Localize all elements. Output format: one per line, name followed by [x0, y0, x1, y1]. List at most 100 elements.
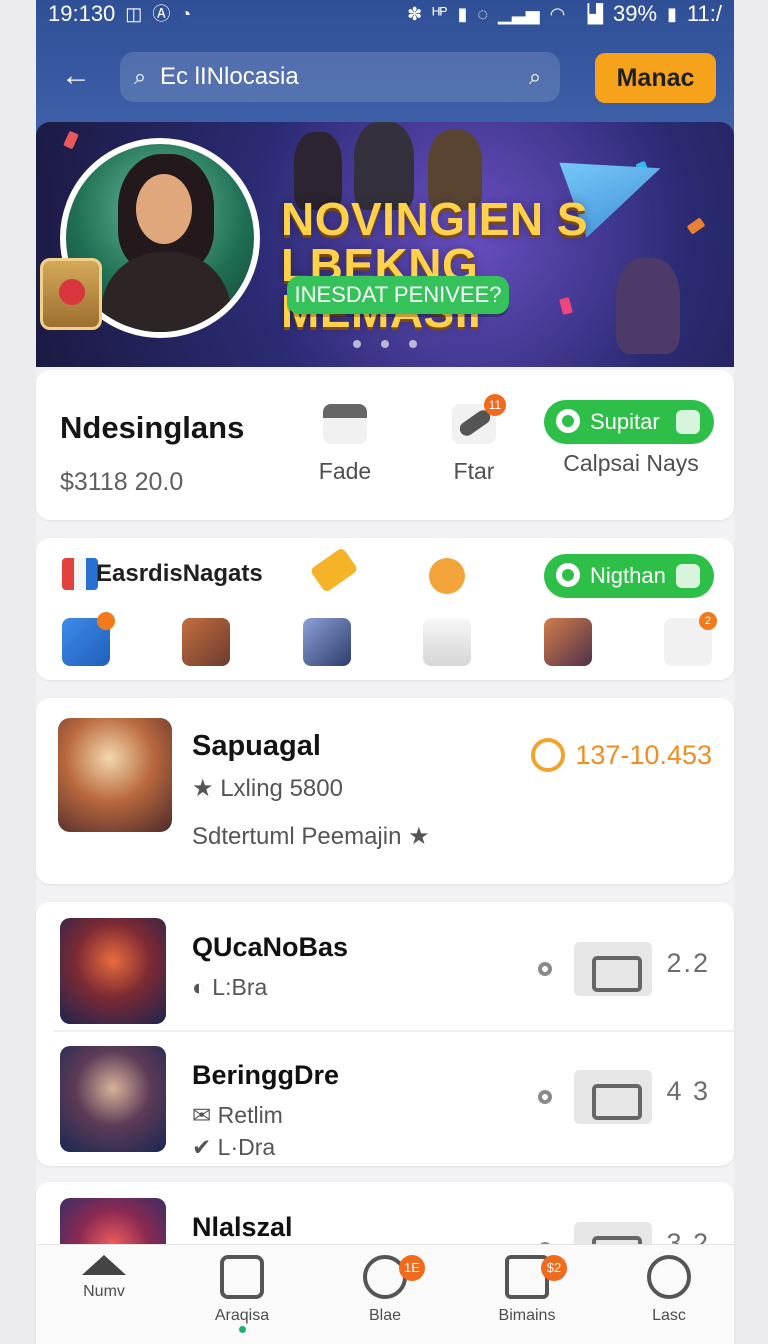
featured-title: Sapuagal — [192, 730, 321, 762]
nav-lasc[interactable]: Lasc — [609, 1255, 729, 1325]
location-icon — [556, 563, 580, 587]
nigthan-button[interactable]: Nigthan — [544, 554, 714, 598]
nav-blae-label: Blae — [368, 1307, 402, 1324]
supitar-label: Supitar — [590, 409, 660, 434]
category-card: EasrdisNagats Nigthan 2 — [36, 538, 734, 680]
list-item-meta-text: L:Bra — [212, 974, 268, 1000]
list-item-title: Nlalszal — [192, 1212, 293, 1242]
run-icon[interactable] — [62, 612, 115, 666]
carousel-dots — [36, 340, 734, 348]
back-icon[interactable]: ← — [58, 58, 94, 94]
warrior-avatar-icon[interactable] — [182, 618, 231, 666]
category-title: EasrdisNagats — [96, 560, 263, 587]
nav-home[interactable]: Numv — [44, 1255, 164, 1301]
nav-lasc-label: Lasc — [652, 1307, 686, 1324]
list-item-thumbnail — [60, 918, 166, 1024]
featured-value: 137-10.453 — [531, 738, 712, 774]
user-icon[interactable]: 2 — [663, 612, 717, 666]
manac-button[interactable]: Manac — [595, 53, 716, 103]
wifi-icon: ◠ — [549, 4, 566, 24]
stat-fade[interactable]: Fade — [304, 404, 386, 485]
toggle-icon: ◐ — [192, 974, 213, 1000]
stats-title: Ndesinglans — [60, 410, 245, 445]
featured-game-thumbnail — [58, 718, 172, 832]
portrait-body — [101, 252, 231, 332]
emoji-icon — [429, 558, 465, 594]
profile-icon — [647, 1255, 691, 1299]
stat-calpsai-nays[interactable]: Calpsai Nays — [556, 450, 706, 477]
nav-bimains-label: Bimains — [498, 1307, 556, 1324]
list-item[interactable]: QUcaNoBas ◐ L:Bra 2.2 — [36, 902, 734, 1032]
navigation-icon: Ⓐ — [152, 4, 171, 24]
shield-badge-icon — [40, 258, 102, 330]
search-submit-icon[interactable]: ⌕ — [510, 52, 560, 102]
location-icon — [556, 409, 580, 433]
featured-description: Sdtertuml Peemajin ★ — [192, 822, 430, 851]
stat-ftar-badge: 11 — [484, 394, 506, 416]
carousel-dot[interactable] — [409, 340, 417, 348]
search-user-icon — [220, 1255, 264, 1299]
nav-blae-badge: 1E — [399, 1255, 425, 1281]
sim-icon: ◫ — [125, 4, 143, 24]
hero-banner[interactable]: NOVINGIEN S LBEKNG MEMASII INESDAT PENIV… — [36, 122, 734, 367]
list-item-dot — [538, 1090, 552, 1104]
stats-value: $3118 20.0 — [60, 468, 184, 496]
list-item-meta: ✉ Retlim — [192, 1102, 283, 1129]
portrait-face — [136, 174, 192, 244]
tower-icon — [323, 404, 367, 444]
signal-icon: ᴴᴾ — [432, 4, 448, 24]
pen-icon: 11 — [452, 394, 506, 444]
knight-avatar-icon[interactable] — [302, 618, 351, 666]
carousel-dot[interactable] — [381, 340, 389, 348]
nav-araqisa[interactable]: Araqisa — [182, 1255, 302, 1333]
list-item-meta-2-text: L·Dra — [217, 1134, 276, 1160]
star-icon: ★ — [192, 775, 221, 802]
stat-calpsai-nays-label: Calpsai Nays — [563, 450, 699, 476]
mail-icon: ✉ — [192, 1102, 218, 1128]
book-stack-icon — [62, 558, 98, 590]
cell-icon: ▕▟ — [575, 4, 603, 24]
list-item-meta-text: Retlim — [217, 1102, 283, 1128]
carousel-dot[interactable] — [353, 340, 361, 348]
nav-home-label: Numv — [83, 1283, 125, 1300]
list-item-meta: ◐ L:Bra — [192, 974, 267, 1001]
chart-icon[interactable] — [423, 618, 472, 666]
mobile-app: 19:130 ◫ Ⓐ ◔ ✽ ᴴᴾ ▮ ◌ ▁▃▅ ◠ ▕▟ 39% ▮ 11:… — [0, 0, 768, 1344]
bluetooth-icon: ✽ — [407, 4, 423, 24]
list-item-action[interactable] — [574, 942, 652, 996]
bottom-nav: Numv Araqisa 1E Blae $2 Bimains Lasc — [36, 1244, 734, 1344]
nav-blae[interactable]: 1E Blae — [325, 1255, 445, 1325]
active-indicator — [239, 1326, 246, 1333]
bars-icon: ▁▃▅ — [498, 4, 540, 24]
stat-ftar[interactable]: 11 Ftar — [433, 394, 515, 485]
list-item-thumbnail — [60, 1046, 166, 1152]
status-left: 19:130 ◫ Ⓐ ◔ — [48, 1, 191, 27]
game-list-card: QUcaNoBas ◐ L:Bra 2.2 BeringgDre ✉ Retli… — [36, 902, 734, 1166]
pencil-icon — [309, 547, 359, 593]
app-bar: ← ⌕ ⌕ Manac — [36, 50, 734, 104]
list-item-meta-2: ✔ L·Dra — [192, 1134, 275, 1161]
list-item-title: QUcaNoBas — [192, 932, 349, 962]
supitar-button[interactable]: Supitar — [544, 400, 714, 444]
featured-card[interactable]: Sapuagal ★ Lxling 5800 Sdtertuml Peemaji… — [36, 698, 734, 884]
cowboy-avatar-icon[interactable] — [543, 618, 592, 666]
banner-cta[interactable]: INESDAT PENIVEE? — [287, 276, 509, 314]
confetti — [63, 130, 79, 150]
featured-description-text: Sdtertuml Peemajin — [192, 823, 402, 850]
search-bar[interactable]: ⌕ ⌕ — [120, 52, 560, 102]
battery-icon: ▮ — [667, 4, 677, 24]
nav-bimains[interactable]: $2 Bimains — [467, 1255, 587, 1325]
ring-icon — [531, 738, 566, 772]
stat-ftar-label: Ftar — [453, 458, 495, 484]
search-input[interactable] — [160, 63, 510, 91]
list-item-value: 4 3 — [666, 1076, 710, 1106]
nav-bimains-badge: $2 — [541, 1255, 567, 1281]
stats-card: Ndesinglans $3118 20.0 Fade 11 Ftar Calp… — [36, 370, 734, 520]
list-item[interactable]: BeringgDre ✉ Retlim ✔ L·Dra 4 3 — [36, 1030, 734, 1160]
list-item-action[interactable] — [574, 1070, 652, 1124]
search-icon: ⌕ — [133, 64, 147, 89]
alarm-icon: ◌ — [477, 4, 489, 24]
list-item-dot — [538, 962, 552, 976]
smiley-icon: ◔ — [180, 4, 192, 24]
stat-fade-label: Fade — [318, 458, 372, 484]
